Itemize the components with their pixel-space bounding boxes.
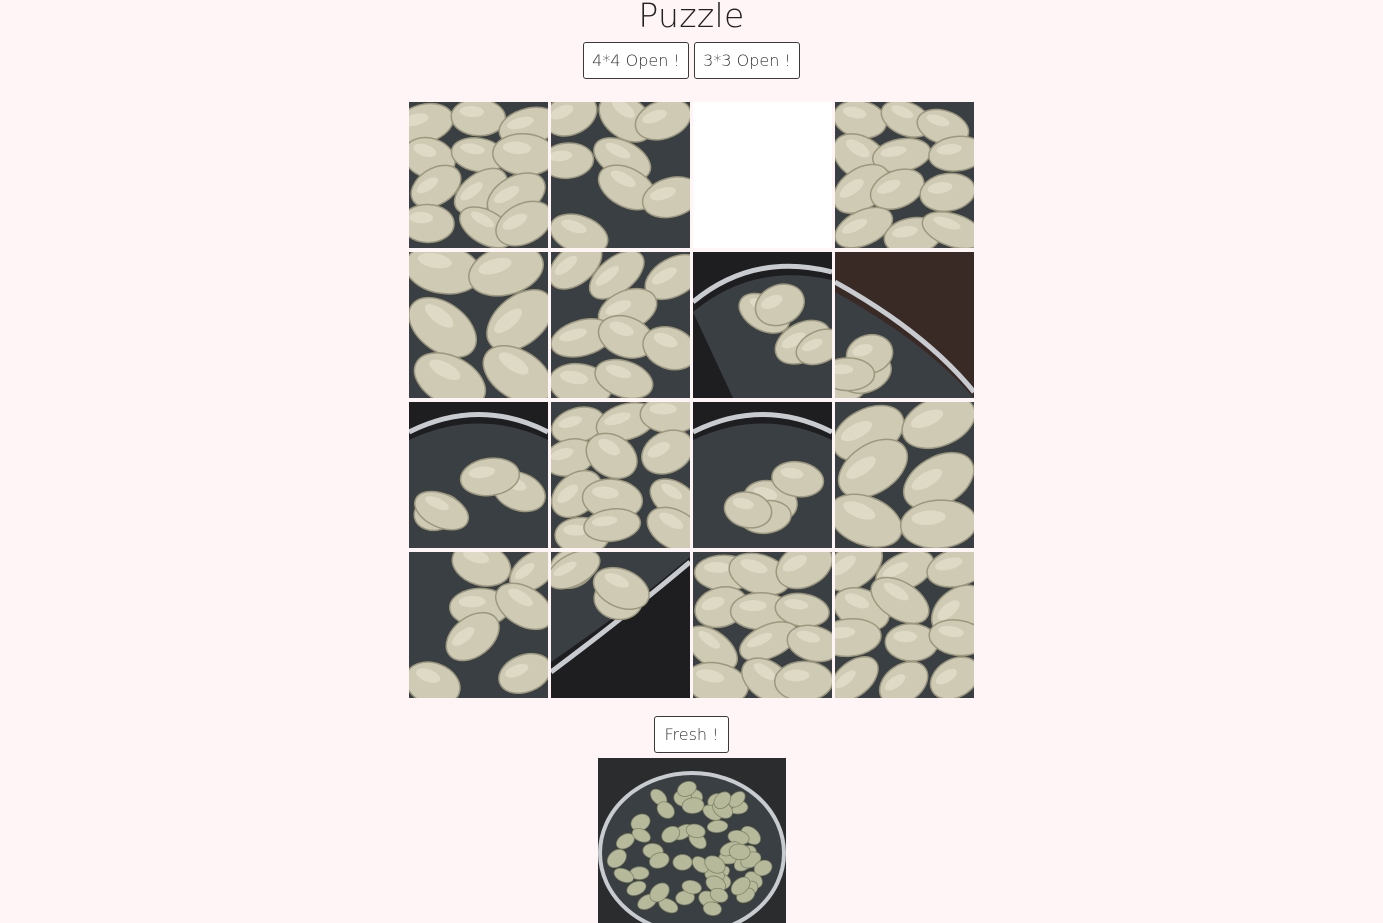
empty-tile[interactable] [693, 102, 832, 248]
puzzle-tile[interactable] [551, 252, 690, 398]
dumpling-image-piece [409, 402, 548, 548]
reference-image [598, 758, 786, 923]
dumpling-image-piece [693, 402, 832, 548]
dumpling-image-piece [551, 402, 690, 548]
dumpling-image-piece [835, 252, 974, 398]
dumpling-image-piece [409, 552, 548, 698]
puzzle-tile[interactable] [835, 252, 974, 398]
dumpling-image-piece [835, 552, 974, 698]
dumpling-image-piece [409, 252, 548, 398]
puzzle-tile[interactable] [551, 102, 690, 248]
puzzle-tile[interactable] [409, 102, 548, 248]
puzzle-tile[interactable] [693, 402, 832, 548]
fresh-button[interactable]: Fresh ! [654, 716, 729, 753]
dumpling-image-piece [835, 402, 974, 548]
dumpling-image-piece [693, 552, 832, 698]
puzzle-tile[interactable] [409, 402, 548, 548]
puzzle-tile[interactable] [693, 252, 832, 398]
puzzle-tile[interactable] [835, 552, 974, 698]
dumpling-image-piece [551, 552, 690, 698]
page-title: Puzzle [638, 0, 745, 35]
open-4x4-button[interactable]: 4*4 Open ! [583, 42, 689, 79]
open-3x3-button[interactable]: 3*3 Open ! [694, 42, 800, 79]
puzzle-tile[interactable] [551, 402, 690, 548]
dumpling-image-piece [693, 252, 832, 398]
dumplings-in-pan-photo [598, 758, 786, 923]
puzzle-tile[interactable] [835, 102, 974, 248]
dumpling-image-piece [409, 102, 548, 248]
puzzle-board [409, 102, 975, 698]
dumpling-image-piece [551, 252, 690, 398]
puzzle-tile[interactable] [693, 552, 832, 698]
puzzle-tile[interactable] [409, 552, 548, 698]
puzzle-tile[interactable] [409, 252, 548, 398]
dumpling-image-piece [835, 102, 974, 248]
puzzle-tile[interactable] [551, 552, 690, 698]
dumpling-image-piece [551, 102, 690, 248]
puzzle-tile[interactable] [835, 402, 974, 548]
